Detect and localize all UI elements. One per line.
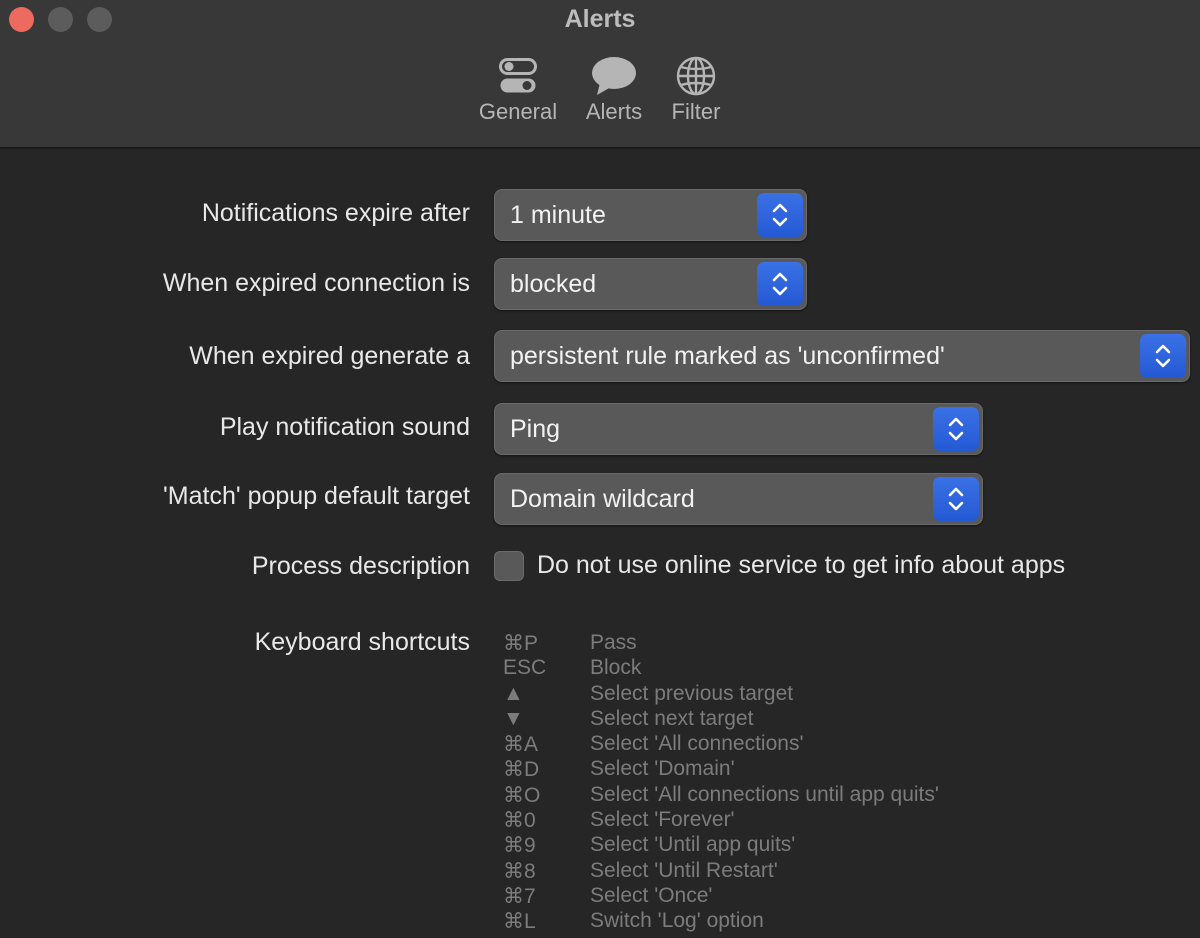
shortcut-description: Select previous target (590, 681, 794, 705)
shortcut-key: ⌘L (503, 910, 536, 934)
shortcut-key: ⌘A (503, 733, 539, 757)
tab-filter[interactable]: Filter (646, 54, 746, 125)
shortcut-key: ⌘9 (503, 834, 536, 858)
sound-popup[interactable]: Ping (494, 403, 983, 455)
shortcut-description: Select 'All connections until app quits' (590, 782, 939, 806)
chevron-up-down-icon (933, 477, 979, 521)
shortcut-description: Select 'All connections' (590, 732, 804, 756)
online-service-checkbox[interactable] (494, 551, 524, 581)
shortcut-description: Select 'Until app quits' (590, 833, 796, 857)
shortcut-description: Select 'Domain' (590, 757, 735, 781)
expired-connection-popup[interactable]: blocked (494, 258, 807, 310)
chevron-up-down-icon (933, 407, 979, 451)
expired-connection-value: blocked (510, 270, 597, 298)
chevron-up-down-icon (757, 262, 803, 306)
expired-connection-label: When expired connection is (162, 269, 470, 297)
shortcut-key: ⌘D (503, 758, 540, 782)
window-title: Alerts (564, 5, 636, 33)
match-target-value: Domain wildcard (510, 485, 695, 513)
keyboard-shortcuts-label: Keyboard shortcuts (254, 628, 470, 656)
shortcut-key: ESC (503, 656, 547, 680)
toggles-icon (468, 54, 568, 98)
sound-label: Play notification sound (219, 413, 470, 441)
globe-icon (646, 54, 746, 98)
match-target-popup[interactable]: Domain wildcard (494, 473, 983, 525)
expire-value: 1 minute (510, 201, 606, 229)
tab-general-label: General (478, 99, 558, 124)
sound-value: Ping (510, 415, 561, 443)
shortcut-description: Select 'Once' (590, 883, 713, 907)
shortcut-description: Block (590, 656, 642, 680)
process-description-label: Process description (251, 552, 470, 580)
tab-general[interactable]: General (468, 54, 568, 125)
expire-popup[interactable]: 1 minute (494, 189, 807, 241)
toolbar: Alerts General Alerts Filter (0, 0, 1200, 149)
match-target-label: 'Match' popup default target (163, 482, 470, 510)
expired-generate-value: persistent rule marked as 'unconfirmed' (510, 342, 945, 370)
shortcut-key: ⌘8 (503, 859, 536, 883)
online-service-checkbox-label[interactable]: Do not use online service to get info ab… (537, 551, 1065, 580)
shortcut-key: ▲ (503, 681, 524, 705)
shortcut-key: ⌘P (503, 632, 539, 655)
shortcut-description: Select 'Until Restart' (590, 858, 778, 882)
shortcut-key: ⌘7 (503, 884, 536, 908)
shortcut-key: ⌘O (503, 783, 541, 807)
expired-generate-popup[interactable]: persistent rule marked as 'unconfirmed' (494, 330, 1190, 382)
chevron-up-down-icon (1140, 334, 1186, 378)
expired-generate-label: When expired generate a (189, 342, 470, 370)
shortcut-description: Switch 'Log' option (590, 909, 764, 933)
shortcut-description: Select next target (590, 706, 754, 730)
tab-filter-label: Filter (671, 99, 721, 124)
shortcut-description: Select 'Forever' (590, 808, 735, 832)
shortcut-description: Pass (590, 631, 637, 654)
shortcut-key: ⌘0 (503, 809, 536, 833)
expire-label: Notifications expire after (201, 199, 470, 227)
shortcut-key: ▼ (503, 706, 524, 730)
chevron-up-down-icon (757, 193, 803, 237)
